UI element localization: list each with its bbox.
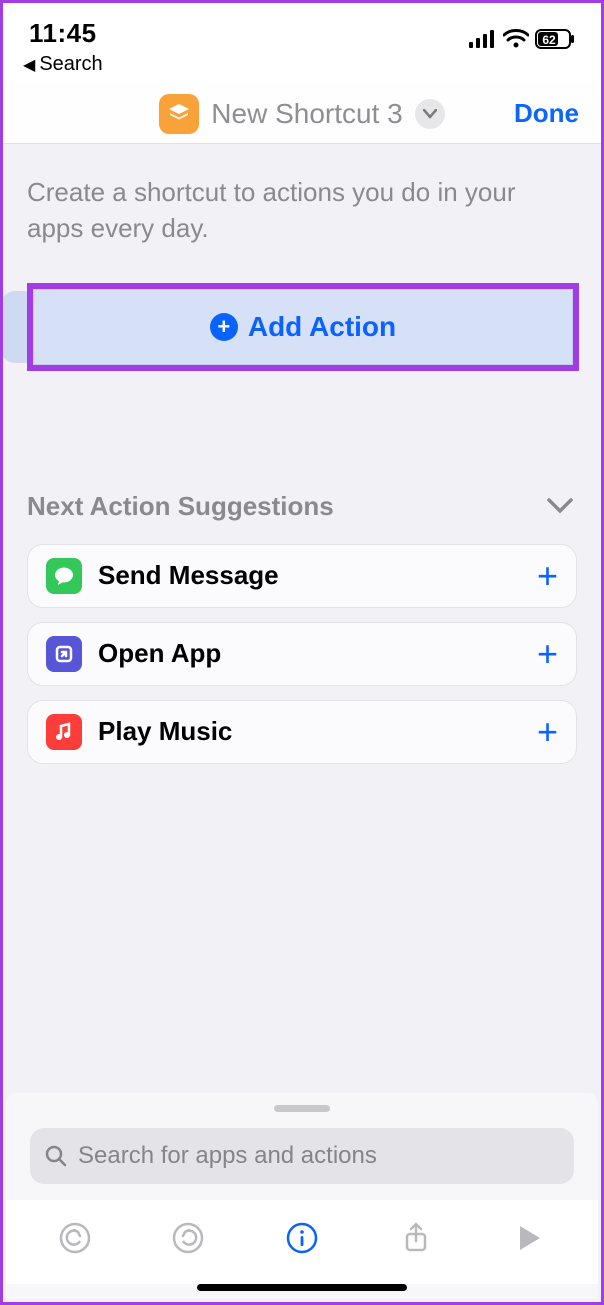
add-suggestion-icon[interactable]: + [537, 711, 558, 753]
back-triangle-icon: ◀ [23, 55, 35, 75]
chevron-down-icon [547, 498, 573, 514]
shortcut-title: New Shortcut 3 [211, 98, 402, 130]
nav-bar: New Shortcut 3 Done [3, 84, 601, 144]
suggestion-label: Send Message [98, 560, 521, 591]
status-bar: 11:45 62 [3, 3, 601, 53]
add-action-highlight: + Add Action [27, 283, 579, 371]
back-to-search[interactable]: ◀ Search [3, 53, 601, 84]
open-app-icon [46, 636, 82, 672]
suggestions-header[interactable]: Next Action Suggestions [27, 491, 577, 522]
add-suggestion-icon[interactable]: + [537, 633, 558, 675]
music-icon [46, 714, 82, 750]
back-label: Search [39, 53, 102, 76]
help-text: Create a shortcut to actions you do in y… [27, 174, 577, 247]
home-indicator[interactable] [197, 1284, 407, 1291]
shortcut-title-button[interactable]: New Shortcut 3 [159, 94, 444, 134]
status-time: 11:45 [29, 18, 97, 49]
add-suggestion-icon[interactable]: + [537, 555, 558, 597]
suggestion-label: Play Music [98, 716, 521, 747]
cellular-icon [469, 30, 497, 48]
redo-button[interactable] [166, 1216, 210, 1260]
undo-button[interactable] [53, 1216, 97, 1260]
shortcut-icon [159, 94, 199, 134]
sheet-grabber[interactable] [274, 1105, 330, 1112]
info-button[interactable] [280, 1216, 324, 1260]
share-button[interactable] [394, 1216, 438, 1260]
chevron-down-icon [415, 99, 445, 129]
search-icon [44, 1144, 68, 1168]
bottom-panel [6, 1093, 598, 1299]
suggestion-play-music[interactable]: Play Music + [27, 700, 577, 764]
svg-text:62: 62 [542, 33, 556, 47]
add-action-button[interactable]: + Add Action [33, 289, 573, 365]
suggestion-label: Open App [98, 638, 521, 669]
status-icons: 62 [469, 29, 575, 49]
done-button[interactable]: Done [514, 98, 579, 129]
search-field[interactable] [30, 1128, 574, 1184]
play-button[interactable] [507, 1216, 551, 1260]
add-action-label: Add Action [248, 311, 396, 343]
suggestion-open-app[interactable]: Open App + [27, 622, 577, 686]
search-input[interactable] [78, 1142, 560, 1170]
suggestion-send-message[interactable]: Send Message + [27, 544, 577, 608]
wifi-icon [503, 29, 529, 49]
suggestions-title: Next Action Suggestions [27, 491, 334, 522]
suggestions-list: Send Message + Open App + Play Music + [27, 544, 577, 764]
messages-icon [46, 558, 82, 594]
plus-circle-icon: + [210, 313, 238, 341]
battery-icon: 62 [535, 29, 575, 49]
add-action-bg-stub [3, 291, 27, 363]
toolbar [6, 1200, 598, 1284]
